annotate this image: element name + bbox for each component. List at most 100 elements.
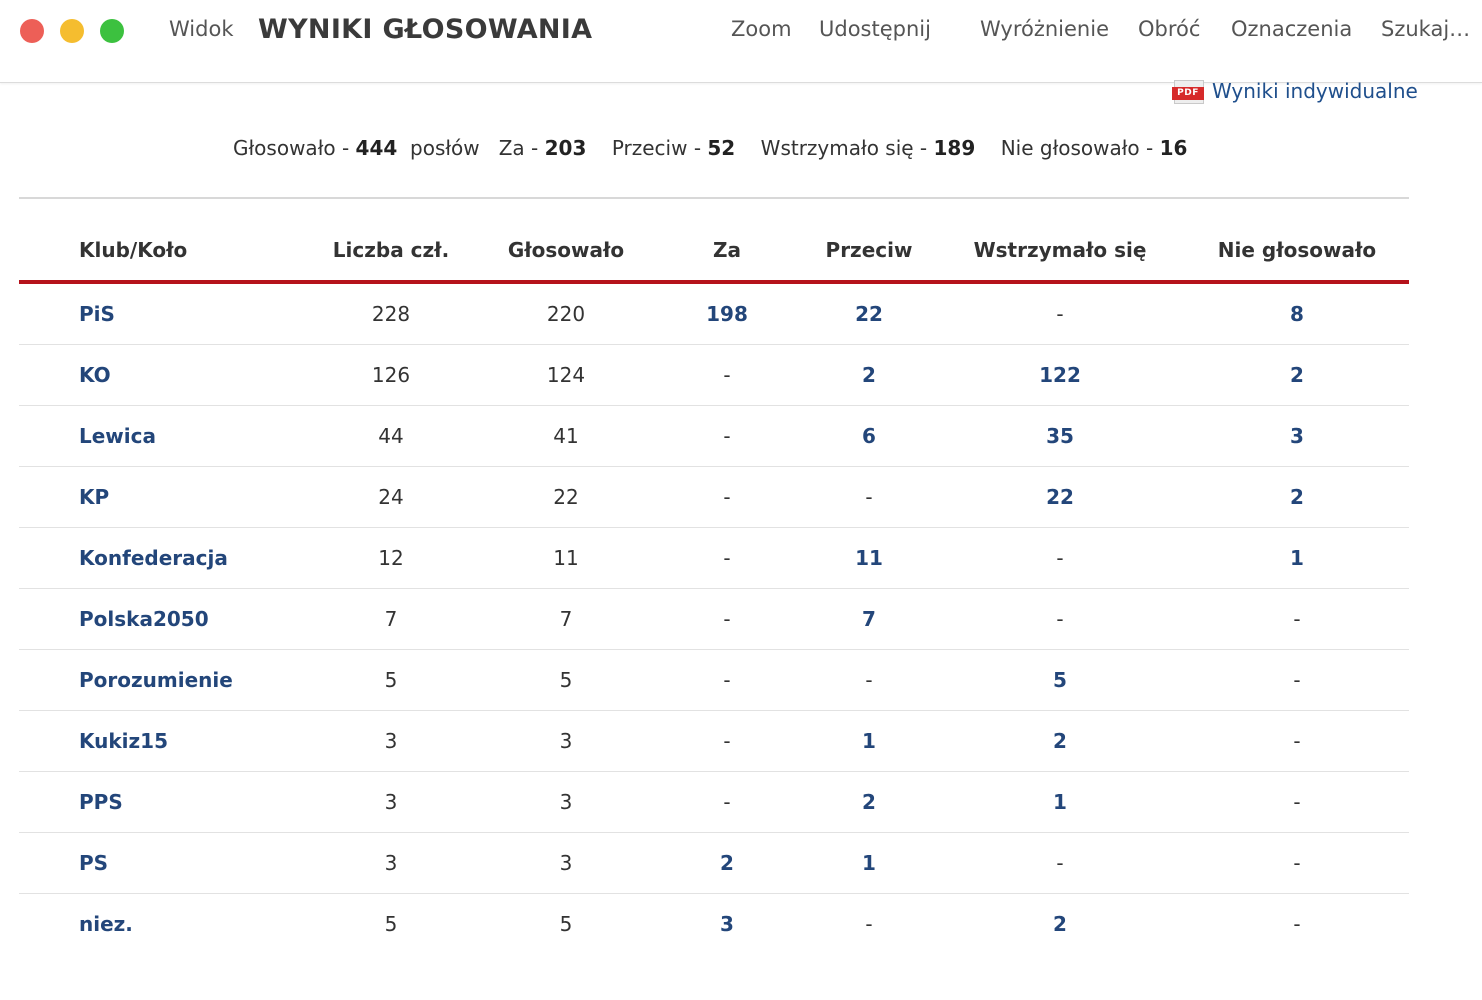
summary-for-value: 203 [544, 136, 587, 160]
cell-against[interactable]: 6 [803, 405, 935, 467]
menu-oznaczenia[interactable]: Oznaczenia [1231, 17, 1352, 41]
cell-club[interactable]: PiS [19, 282, 301, 345]
close-window-button[interactable] [20, 19, 44, 43]
cell-against[interactable]: 7 [803, 588, 935, 650]
cell-not-voted: - [1185, 649, 1409, 711]
cell-club[interactable]: PS [19, 832, 301, 894]
cell-for: - [651, 466, 803, 528]
menu-wyroznienie[interactable]: Wyróżnienie [980, 17, 1109, 41]
cell-abstained[interactable]: 1 [935, 771, 1185, 833]
cell-not-voted: - [1185, 710, 1409, 772]
cell-abstained[interactable]: 35 [935, 405, 1185, 467]
minimize-window-button[interactable] [60, 19, 84, 43]
divider [19, 197, 1409, 199]
cell-club[interactable]: Kukiz15 [19, 710, 301, 772]
table-row: KO 126 124-2 122 2 [19, 344, 1409, 406]
table-row: PS 3 3 2 1- - [19, 832, 1409, 894]
cell-for: - [651, 649, 803, 711]
table-row: KP 24 22- -22 2 [19, 466, 1409, 528]
cell-voted: 3 [481, 832, 651, 894]
summary-voted-value: 444 [355, 136, 398, 160]
menu-widok[interactable]: Widok [169, 17, 233, 41]
cell-for: - [651, 588, 803, 650]
individual-results-label[interactable]: Wyniki indywidualne [1212, 79, 1418, 103]
cell-abstained[interactable]: 22 [935, 466, 1185, 528]
table-row: Polska2050 7 7-7- - [19, 588, 1409, 650]
cell-members: 228 [301, 282, 481, 345]
cell-not-voted[interactable]: 3 [1185, 405, 1409, 467]
cell-members: 3 [301, 771, 481, 833]
table-row: niez. 5 5 3 - 2 - [19, 894, 1409, 955]
summary-voted-unit: posłów [410, 136, 480, 160]
cell-against[interactable]: 2 [803, 344, 935, 406]
cell-abstained: - [935, 588, 1185, 650]
cell-abstained[interactable]: 2 [935, 894, 1185, 955]
cell-abstained[interactable]: 122 [935, 344, 1185, 406]
cell-voted: 5 [559, 912, 573, 936]
cell-club[interactable]: Polska2050 [19, 588, 301, 650]
cell-for: - [651, 344, 803, 406]
window-title: WYNIKI GŁOSOWANIA [258, 14, 593, 45]
cell-not-voted: - [1293, 912, 1301, 936]
cell-not-voted: - [1185, 588, 1409, 650]
summary-abstained-label: Wstrzymało się - [760, 136, 928, 160]
menu-zoom[interactable]: Zoom [731, 17, 792, 41]
cell-against[interactable]: 22 [803, 282, 935, 345]
cell-against[interactable]: 2 [803, 771, 935, 833]
cell-voted: 124 [481, 344, 651, 406]
cell-for: - [651, 527, 803, 589]
cell-against[interactable]: 1 [803, 832, 935, 894]
cell-abstained: - [935, 832, 1185, 894]
cell-for[interactable]: 198 [651, 282, 803, 345]
cell-club[interactable]: PPS [19, 771, 301, 833]
cell-abstained[interactable]: 2 [935, 710, 1185, 772]
summary-for-label: Za - [498, 136, 539, 160]
cell-voted: 220 [481, 282, 651, 345]
table-body: PiS 228 220 198 22-8 KO 126 124-2 122 2 Lewica 44 41… [19, 282, 1409, 954]
table-header-row: Klub/Koło Liczba czł. Głosowało Za Przec… [19, 220, 1409, 284]
cell-not-voted[interactable]: 8 [1185, 282, 1409, 345]
summary-abstained-value: 189 [933, 136, 976, 160]
cell-club[interactable]: KO [19, 344, 301, 406]
cell-club[interactable]: Porozumienie [19, 649, 301, 711]
table-row: PPS 3 3-2 1- [19, 771, 1409, 833]
cell-for[interactable]: 2 [651, 832, 803, 894]
header-voted: Głosowało [481, 220, 651, 284]
menu-obroc[interactable]: Obróć [1138, 17, 1200, 41]
cell-voted: 41 [481, 405, 651, 467]
cell-not-voted[interactable]: 1 [1185, 527, 1409, 589]
cell-club[interactable]: KP [19, 466, 301, 528]
cell-against: - [865, 912, 873, 936]
summary-not-voted-value: 16 [1159, 136, 1188, 160]
cell-not-voted[interactable]: 2 [1185, 466, 1409, 528]
vote-summary: Głosowało - 444 posłów Za - 203 Przeciw … [233, 136, 1187, 160]
cell-members: 3 [301, 832, 481, 894]
cell-for: - [651, 710, 803, 772]
menu-udostepnij[interactable]: Udostępnij [819, 17, 931, 41]
cell-members: 24 [301, 466, 481, 528]
cell-against[interactable]: 1 [803, 710, 935, 772]
cell-club[interactable]: niez. [19, 894, 301, 955]
individual-results-link[interactable]: PDF Wyniki indywidualne [1172, 76, 1418, 106]
cell-not-voted[interactable]: 2 [1185, 344, 1409, 406]
cell-club[interactable]: Konfederacja [19, 527, 301, 589]
cell-against: - [803, 649, 935, 711]
cell-abstained[interactable]: 5 [935, 649, 1185, 711]
cell-for[interactable]: 3 [651, 894, 803, 955]
table-row: Lewica 44 41-6 35 3 [19, 405, 1409, 467]
table-row: Porozumienie 5 5- -5- [19, 649, 1409, 711]
cell-club[interactable]: Lewica [19, 405, 301, 467]
table-row: Kukiz15 3 3-1 2- [19, 710, 1409, 772]
cell-voted: 11 [481, 527, 651, 589]
cell-voted: 22 [481, 466, 651, 528]
cell-not-voted: - [1185, 832, 1409, 894]
cell-voted: 5 [481, 649, 651, 711]
menu-szukaj[interactable]: Szukaj… [1381, 17, 1470, 41]
header-for: Za [651, 220, 803, 284]
cell-against[interactable]: 11 [803, 527, 935, 589]
cell-voted: 3 [481, 710, 651, 772]
zoom-window-button[interactable] [100, 19, 124, 43]
cell-members: 44 [301, 405, 481, 467]
cell-voted: 3 [481, 771, 651, 833]
summary-not-voted-label: Nie głosowało - [1000, 136, 1154, 160]
